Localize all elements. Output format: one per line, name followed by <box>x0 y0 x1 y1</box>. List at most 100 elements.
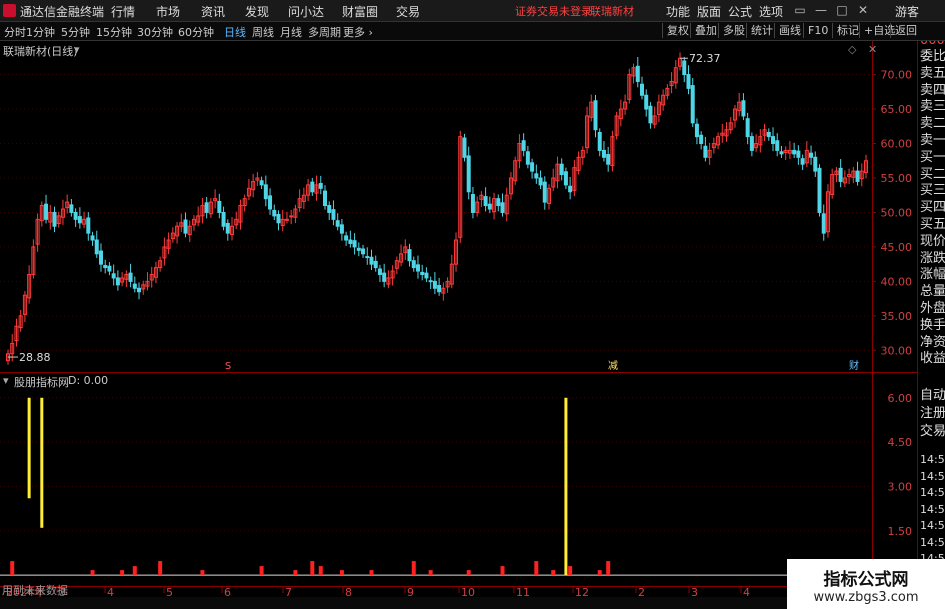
tool-back[interactable]: 返回 <box>890 23 917 38</box>
candle-body <box>745 118 750 138</box>
tool-f10[interactable]: F10 <box>803 23 828 38</box>
menu-function[interactable]: 功能 <box>666 3 690 20</box>
event-marker[interactable]: 减 <box>608 360 618 372</box>
indicator-spike <box>568 566 573 576</box>
period-1min[interactable]: 1分钟 <box>26 24 55 40</box>
menu-discover[interactable]: 发现 <box>245 3 269 20</box>
signal-bar <box>40 397 44 528</box>
app-logo-icon <box>3 4 16 17</box>
x-tick-label: 4 <box>743 586 750 597</box>
tool-fuquan[interactable]: 复权 <box>662 23 689 38</box>
panel-action[interactable]: 注册 <box>920 402 945 421</box>
ind-y-tick-label: 4.50 <box>888 436 913 449</box>
tool-stats[interactable]: 统计 <box>746 23 773 38</box>
trade-login-warning[interactable]: 证券交易未登录 <box>515 3 592 19</box>
candle-body <box>411 260 416 269</box>
close-icon[interactable]: ✕ <box>855 2 871 18</box>
y-tick-label: 30.00 <box>881 344 913 357</box>
period-15min[interactable]: 15分钟 <box>96 24 132 40</box>
y-tick-label: 40.00 <box>881 275 913 288</box>
candle-body <box>424 272 429 279</box>
menu-trade[interactable]: 交易 <box>396 3 420 20</box>
tick-time: 14:56 <box>920 486 945 499</box>
y-tick-label: 60.00 <box>881 138 913 151</box>
menu-formula[interactable]: 公式 <box>728 3 752 20</box>
indicator-chevron-icon[interactable]: ▾ <box>3 374 9 387</box>
period-fenshi[interactable]: 分时 <box>4 24 26 40</box>
candle-body <box>483 196 488 207</box>
indicator-spike <box>158 561 163 576</box>
menu-market-quote[interactable]: 行情 <box>111 3 135 20</box>
candle-body <box>365 256 370 259</box>
period-5min[interactable]: 5分钟 <box>61 24 90 40</box>
tool-draw[interactable]: 画线 <box>774 23 801 38</box>
candle-body <box>568 185 573 193</box>
tool-multistock[interactable]: 多股 <box>718 23 745 38</box>
close-panel-icon[interactable]: ✕ <box>868 43 877 56</box>
menu-wealth[interactable]: 财富圈 <box>342 3 378 20</box>
indicator-spike <box>200 570 205 576</box>
indicator-spike <box>466 570 471 576</box>
menu-options[interactable]: 选项 <box>759 3 783 20</box>
candle-body <box>221 211 226 227</box>
period-60min[interactable]: 60分钟 <box>178 24 214 40</box>
period-more[interactable]: 更多 › <box>343 24 373 40</box>
event-marker[interactable]: S <box>225 361 231 372</box>
low-label: 28.88 <box>19 351 51 364</box>
candle-body <box>500 202 505 213</box>
period-30min[interactable]: 30分钟 <box>137 24 173 40</box>
chart-area[interactable]: 70.00 65.00 60.00 55.00 50.00 45.00 40.00 35.00… <box>0 41 917 597</box>
candle-body <box>487 203 492 210</box>
maximize-icon[interactable]: □ <box>834 2 850 18</box>
period-daily[interactable]: 日线 <box>224 24 246 40</box>
menu-news[interactable]: 资讯 <box>201 3 225 20</box>
x-tick-label: 4 <box>107 586 114 597</box>
indicator-spike <box>10 561 15 576</box>
candle-body <box>821 213 826 234</box>
menu-ask[interactable]: 问小达 <box>288 3 324 20</box>
x-tick-label: 6 <box>224 586 231 597</box>
panel-action[interactable]: 交易 <box>920 420 945 439</box>
candle-body <box>775 140 780 151</box>
future-data-note: 用到未来数据 <box>2 584 68 597</box>
tick-time: 14:56 <box>920 535 945 549</box>
chevron-down-icon[interactable]: ▾ <box>74 43 80 56</box>
period-weekly[interactable]: 周线 <box>252 24 274 40</box>
candle-body <box>601 149 606 158</box>
indicator-spike <box>606 561 611 576</box>
candle-body <box>813 156 818 172</box>
event-marker[interactable]: 财 <box>849 359 859 372</box>
candle-body <box>606 154 611 165</box>
indicator-spike <box>310 561 315 576</box>
candle-body <box>322 190 327 207</box>
candle-body <box>98 250 103 265</box>
indicator-spike <box>534 561 539 576</box>
menu-layout[interactable]: 版面 <box>697 3 721 20</box>
period-multi[interactable]: 多周期 <box>308 24 341 40</box>
candle-body <box>382 272 387 282</box>
user-guest[interactable]: 游客 <box>895 3 919 20</box>
signal-bar <box>27 397 31 499</box>
candle-body <box>361 248 366 255</box>
app-title: 通达信金融终端 <box>20 5 105 19</box>
candle-body <box>90 235 95 241</box>
indicator-spike <box>318 566 323 576</box>
diamond-icon[interactable]: ◇ <box>848 43 856 56</box>
tool-mark[interactable]: 标记 <box>832 23 859 38</box>
panel-action[interactable]: 自动 <box>920 384 945 403</box>
kline-chart[interactable]: 70.00 65.00 60.00 55.00 50.00 45.00 40.00 35.00… <box>0 41 917 597</box>
period-monthly[interactable]: 月线 <box>280 24 302 40</box>
candle-body <box>407 249 412 262</box>
candle-body <box>52 211 57 227</box>
candle-body <box>496 198 501 207</box>
tool-overlay[interactable]: 叠加 <box>690 23 717 38</box>
indicator-title[interactable]: 股朋指标网 <box>14 374 69 390</box>
signal-bar <box>564 397 568 576</box>
restore-icon[interactable]: ▭ <box>792 2 808 18</box>
indicator-spike <box>551 570 556 576</box>
candle-body <box>369 256 374 265</box>
candle-body <box>766 131 771 138</box>
candle-body <box>525 151 530 165</box>
menu-market[interactable]: 市场 <box>156 3 180 20</box>
minimize-icon[interactable]: — <box>813 2 829 18</box>
